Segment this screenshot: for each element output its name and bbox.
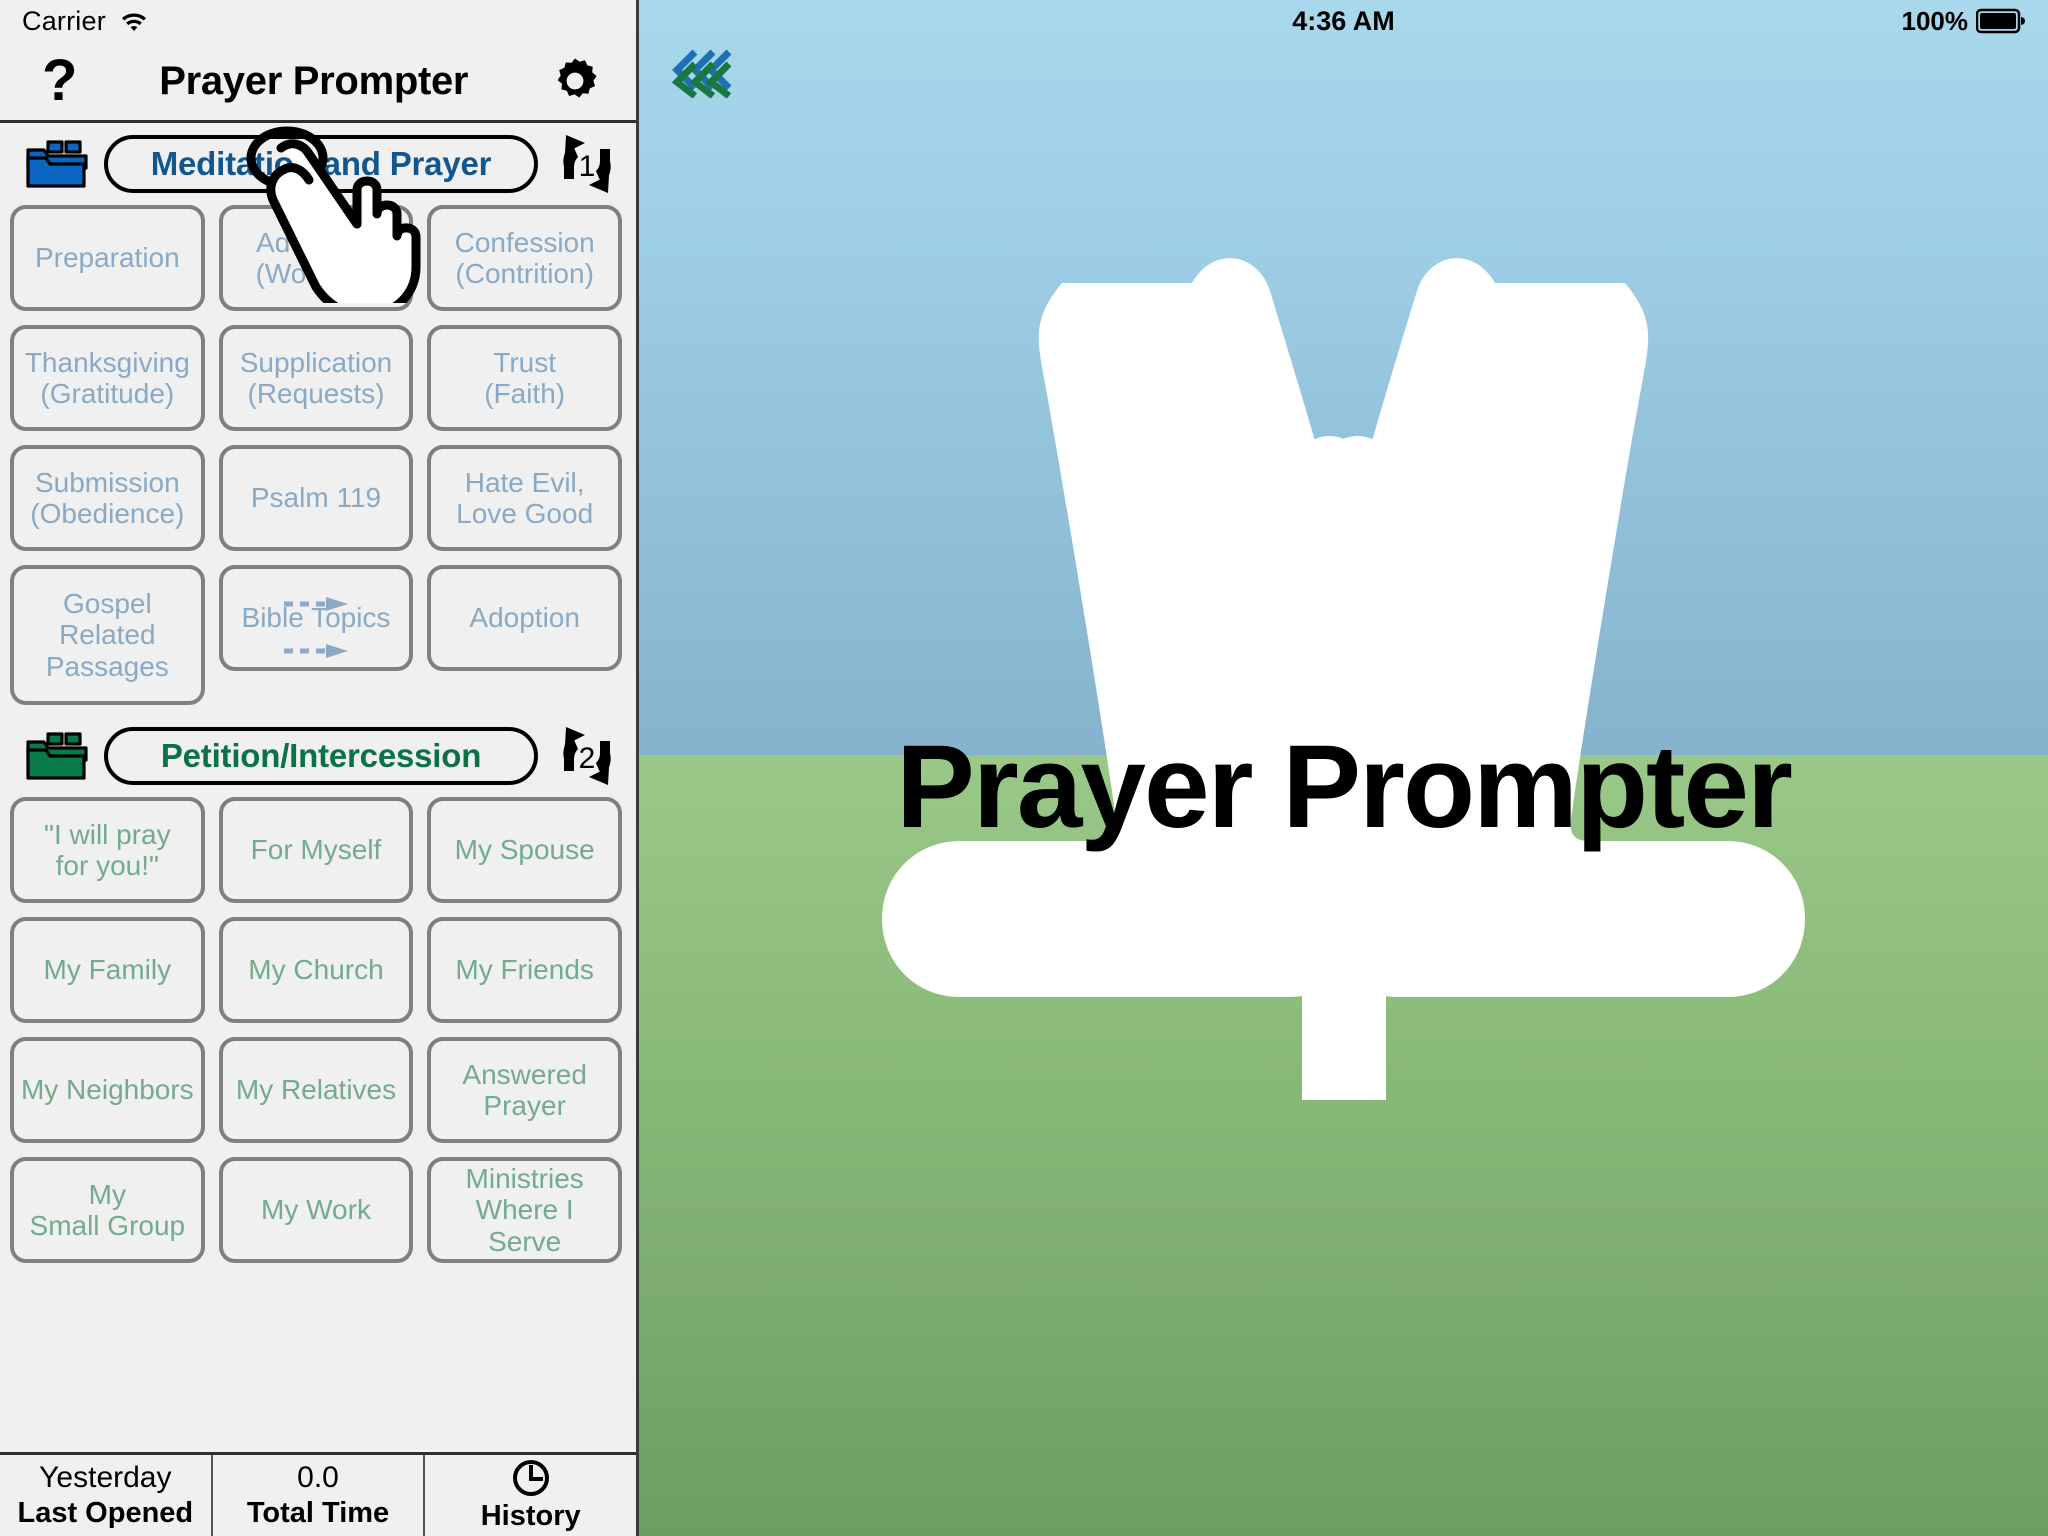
tile-petition-0[interactable]: "I will pray for you!" [10,797,205,903]
svg-text:1: 1 [579,150,596,183]
green-folder-stack-icon[interactable] [24,728,90,784]
sections-scroll[interactable]: Meditation and Prayer 1 Preparation Adora… [0,123,636,1452]
right-status-bar: 4:36 AM [639,0,2048,42]
svg-text:2: 2 [579,742,596,775]
tile-petition-2[interactable]: My Spouse [427,797,622,903]
tile-petition-6[interactable]: My Neighbors [10,1037,205,1143]
tile-petition-7[interactable]: My Relatives [218,1037,414,1143]
tile-meditation-7[interactable]: Psalm 119 [218,445,414,551]
nav-bar: ? Prayer Prompter [0,42,636,123]
history-label: History [480,1500,581,1532]
section-title-petition[interactable]: Petition/Intercession [104,727,538,785]
tile-meditation-11[interactable]: Adoption [427,565,622,671]
tile-meditation-1[interactable]: Adoration (Worship) [218,205,414,311]
tile-grid-petition: "I will pray for you!" For Myself My Spous… [0,797,636,1263]
help-button[interactable]: ? [42,52,77,110]
toolbar-item-total-time[interactable]: 0.0 Total Time [210,1455,424,1536]
tile-label: Trust (Faith) [484,346,566,409]
tile-label: My Family [43,954,172,986]
tile-label: My Friends [455,954,594,986]
tile-label: My Spouse [454,834,595,866]
tile-meditation-9[interactable]: Gospel Related Passages [10,565,205,705]
last-opened-value: Yesterday [39,1461,172,1494]
tile-petition-8[interactable]: Answered Prayer [427,1037,622,1143]
page-title: Prayer Prompter [159,58,469,103]
tile-petition-1[interactable]: For Myself [218,797,414,903]
tile-label: Supplication (Requests) [239,346,393,409]
total-time-label: Total Time [246,1497,390,1529]
tile-petition-9[interactable]: My Small Group [10,1157,205,1263]
left-status-bar: Carrier [0,0,636,42]
tile-label: Ministries Where I Serve [465,1162,584,1257]
tile-label: My Neighbors [20,1074,194,1106]
tile-label: Adoration (Worship) [255,226,377,289]
tile-label: "I will pray for you!" [44,818,171,881]
clock-icon [511,1458,551,1498]
hero-title: Prayer Prompter [896,721,1793,853]
triple-chevron-left-icon[interactable] [667,46,739,99]
tile-label: Gospel Related Passages [45,587,169,682]
right-panel: Prayer Prompter 4:36 AM 100% [639,0,2048,1536]
tile-label: My Church [248,954,384,986]
tile-meditation-10[interactable]: Bible Topics [218,565,414,671]
tile-label: Psalm 119 [250,482,382,514]
bottom-toolbar: Yesterday Last Opened 0.0 Total Time His… [0,1452,636,1536]
blue-folder-stack-icon[interactable] [24,136,90,192]
section-header-meditation: Meditation and Prayer 1 [0,123,636,205]
tile-petition-3[interactable]: My Family [10,917,205,1023]
tile-label: My Small Group [29,1178,186,1241]
app-root: Carrier ? Prayer Prompter Meditation and… [0,0,2048,1536]
tile-petition-11[interactable]: Ministries Where I Serve [427,1157,622,1263]
tile-label: Answered Prayer [462,1058,587,1121]
toolbar-item-last-opened[interactable]: Yesterday Last Opened [0,1455,211,1536]
total-time-value: 0.0 [297,1461,339,1494]
cycle-repeat-icon-2[interactable]: 2 [552,721,622,791]
tile-label: My Work [261,1194,371,1226]
clock-time: 4:36 AM [1292,5,1395,36]
tile-petition-10[interactable]: My Work [218,1157,414,1263]
left-panel: Carrier ? Prayer Prompter Meditation and… [0,0,639,1536]
tile-label: My Relatives [235,1074,397,1106]
tile-label: Hate Evil, Love Good [456,466,594,529]
tile-meditation-2[interactable]: Confession (Contrition) [427,205,622,311]
tile-meditation-6[interactable]: Submission (Obedience) [10,445,205,551]
tile-label: Thanksgiving (Gratitude) [24,346,190,409]
tile-grid-meditation: Preparation Adoration (Worship) Confession… [0,205,636,705]
tile-label: Submission (Obedience) [30,466,185,529]
section-title-meditation[interactable]: Meditation and Prayer [104,135,538,193]
tile-meditation-3[interactable]: Thanksgiving (Gratitude) [10,325,205,431]
tile-label: For Myself [250,834,382,866]
tile-meditation-0[interactable]: Preparation [10,205,205,311]
section-header-petition: Petition/Intercession 2 [0,715,636,797]
tile-label: Confession (Contrition) [454,226,595,289]
tile-meditation-4[interactable]: Supplication (Requests) [218,325,414,431]
tile-petition-5[interactable]: My Friends [427,917,622,1023]
toolbar-item-history[interactable]: History [423,1455,636,1536]
dashed-arrow-icon [242,586,391,611]
tile-meditation-8[interactable]: Hate Evil, Love Good [427,445,622,551]
gear-icon[interactable] [550,56,600,106]
tile-meditation-5[interactable]: Trust (Faith) [427,325,622,431]
last-opened-label: Last Opened [17,1497,194,1529]
tile-label: Adoption [469,602,580,634]
wifi-icon [119,9,149,33]
cycle-repeat-icon-1[interactable]: 1 [552,129,622,199]
tile-label: Preparation [34,242,180,274]
tile-petition-4[interactable]: My Church [218,917,414,1023]
dashed-arrow-icon [242,634,391,659]
carrier-label: Carrier [22,5,106,36]
tile-label: Bible Topics [241,602,391,634]
